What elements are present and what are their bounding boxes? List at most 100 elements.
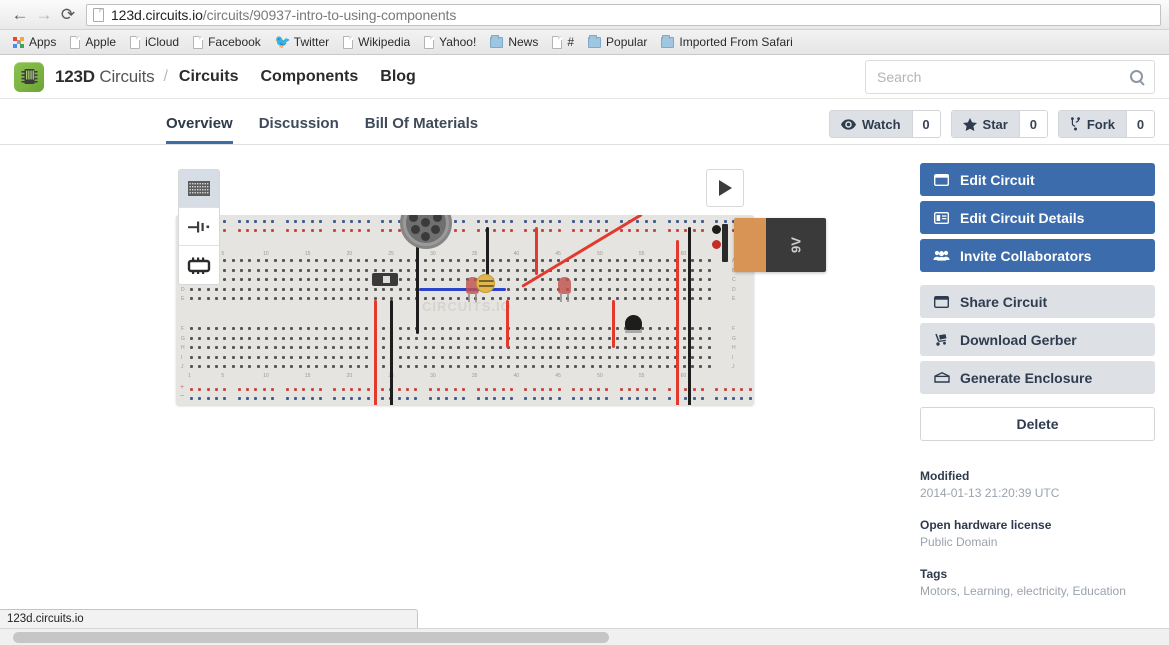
bookmark-apple[interactable]: Apple [63, 33, 123, 51]
breadboard-hole [298, 278, 302, 282]
star-button[interactable]: Star 0 [950, 110, 1048, 138]
share-circuit-button[interactable]: Share Circuit [920, 285, 1155, 318]
brand-text: 123D Circuits [55, 67, 155, 87]
schematic-icon[interactable] [179, 208, 219, 246]
url-bar[interactable]: 123d.circuits.io/circuits/90937-intro-to… [86, 3, 1161, 26]
fork-button[interactable]: Fork 0 [1057, 110, 1155, 138]
wire-red-1[interactable] [374, 300, 377, 405]
wire-red-2[interactable] [535, 227, 538, 275]
watch-button[interactable]: Watch 0 [829, 110, 941, 138]
edit-circuit-button[interactable]: Edit Circuit [920, 163, 1155, 196]
breadboard-hole [248, 287, 252, 291]
breadboard-hole [285, 220, 289, 223]
wire-red-3[interactable] [506, 300, 509, 348]
breadboard-hole [597, 397, 601, 400]
wire-red-5[interactable] [676, 240, 679, 405]
breadboard-hole [549, 220, 553, 223]
horizontal-scrollbar[interactable] [0, 628, 1169, 645]
bookmark-apps[interactable]: Apps [6, 33, 63, 51]
download-gerber-label: Download Gerber [960, 331, 1077, 348]
wire-black-3[interactable] [486, 227, 489, 275]
back-arrow-icon[interactable]: ← [8, 3, 32, 27]
bookmark-popular[interactable]: Popular [581, 33, 654, 51]
ic-component[interactable] [372, 273, 398, 286]
nav-item-circuits[interactable]: Circuits [179, 68, 239, 86]
breadboard-hole [582, 327, 586, 330]
breadboard-hole [624, 278, 628, 282]
breadboard-hole [348, 278, 352, 282]
brand-link[interactable]: 123D Circuits [14, 61, 155, 92]
speaker-component[interactable] [400, 215, 452, 249]
bookmark-yahoo[interactable]: Yahoo! [417, 33, 483, 51]
bookmark-facebook[interactable]: Facebook [186, 33, 268, 51]
breadboard-hole [465, 259, 469, 262]
breadboard-column-number: 35 [471, 373, 478, 379]
play-button[interactable] [706, 169, 744, 207]
download-gerber-button[interactable]: Download Gerber [920, 323, 1155, 356]
edit-circuit-details-button[interactable]: Edit Circuit Details [920, 201, 1155, 234]
breadboard-row-letter: H [181, 345, 185, 352]
led-component-2[interactable] [558, 277, 571, 302]
tab-discussion[interactable]: Discussion [259, 115, 339, 144]
breadboard-hole [414, 388, 418, 391]
tab-overview[interactable]: Overview [166, 115, 233, 144]
fork-button-main[interactable]: Fork [1058, 111, 1126, 137]
wire-black-1[interactable] [390, 300, 393, 405]
meta-modified: Modified 2014-01-13 21:20:39 UTC [920, 469, 1155, 500]
breadboard-hole [306, 287, 310, 291]
bookmark-wikipedia[interactable]: Wikipedia [336, 33, 417, 51]
wire-black-4[interactable] [688, 227, 691, 405]
nav-item-blog[interactable]: Blog [380, 68, 416, 86]
tab-bill-of-materials[interactable]: Bill Of Materials [365, 115, 478, 144]
breadboard[interactable]: AABBCCDDEEFFGGHHIIJJ11551010151520202525… [176, 215, 754, 405]
breadboard-hole [415, 365, 419, 369]
breadboard-hole [381, 229, 384, 232]
delete-button[interactable]: Delete [920, 407, 1155, 441]
watch-button-main[interactable]: Watch [830, 111, 912, 137]
breadboard-hole [223, 346, 227, 350]
breadboard-hole [248, 365, 252, 369]
breadboard-hole [206, 287, 210, 291]
breadboard-hole [640, 259, 644, 262]
breadboard-hole [407, 268, 411, 272]
chip-icon[interactable] [179, 246, 219, 284]
wire-red-4[interactable] [612, 300, 615, 348]
star-button-main[interactable]: Star [951, 111, 1019, 137]
reload-icon[interactable]: ⟳ [56, 3, 80, 27]
bookmark-twitter[interactable]: 🐦 Twitter [268, 33, 336, 51]
breadboard-hole [624, 297, 628, 301]
breadboard-hole [240, 268, 244, 272]
forward-arrow-icon[interactable]: → [32, 3, 56, 27]
bookmark-hash[interactable]: # [545, 33, 581, 51]
breadboard-hole [223, 336, 227, 340]
search-box[interactable] [865, 59, 1155, 94]
breadboard-hole [310, 397, 314, 400]
photoresistor-component[interactable] [476, 274, 495, 293]
breadboard-hole [331, 268, 335, 272]
scrollbar-thumb[interactable] [13, 632, 609, 643]
bookmark-news[interactable]: News [483, 33, 545, 51]
meta-tags-value[interactable]: Motors, Learning, electricity, Education [920, 584, 1155, 598]
breadboard-hole [198, 388, 202, 391]
circuit-viewer[interactable]: AABBCCDDEEFFGGHHIIJJ11551010151520202525… [166, 163, 826, 438]
breadboard-column-number: 55 [638, 251, 645, 257]
breadboard-hole [476, 220, 480, 223]
transistor-component[interactable] [625, 315, 642, 333]
breadboard-hole [619, 388, 623, 391]
meta-license-value[interactable]: Public Domain [920, 535, 1155, 549]
breadboard-hole [691, 355, 694, 359]
search-input[interactable] [877, 68, 1130, 85]
bookmark-icloud[interactable]: iCloud [123, 33, 186, 51]
breadboard-hole [265, 346, 269, 350]
invite-collaborators-button[interactable]: Invite Collaborators [920, 239, 1155, 272]
breadboard-column-number: 45 [555, 251, 561, 257]
nav-item-components[interactable]: Components [260, 68, 358, 86]
wire-red-diagonal[interactable] [521, 215, 643, 288]
breadboard-hole [699, 259, 703, 262]
breadboard-icon[interactable] [179, 170, 219, 208]
breadboard-hole [682, 259, 686, 262]
generate-enclosure-button[interactable]: Generate Enclosure [920, 361, 1155, 394]
bookmark-imported-from-safari[interactable]: Imported From Safari [654, 33, 799, 51]
search-icon[interactable] [1130, 70, 1143, 83]
battery-component[interactable]: 9V [712, 218, 826, 272]
